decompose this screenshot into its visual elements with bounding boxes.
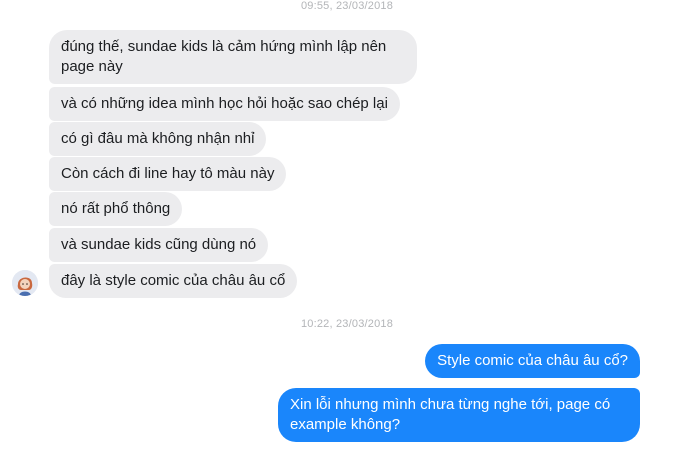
avatar-illustration [12, 270, 38, 296]
sender-avatar-icon[interactable] [12, 270, 38, 296]
message-timestamp: 10:22, 23/03/2018 [300, 318, 394, 330]
incoming-message-bubble[interactable]: và sundae kids cũng dùng nó [49, 228, 269, 262]
outgoing-message-bubble[interactable]: Xin lỗi nhưng mình chưa từng nghe tới, p… [278, 388, 640, 442]
incoming-message-bubble[interactable]: và có những idea mình học hỏi hoặc sao c… [49, 87, 400, 121]
incoming-message-bubble[interactable]: đúng thế, sundae kids là cảm hứng mình l… [49, 30, 417, 84]
incoming-message-bubble[interactable]: đây là style comic của châu âu cổ [49, 264, 298, 298]
incoming-message-bubble[interactable]: có gì đâu mà không nhận nhỉ [49, 122, 267, 156]
incoming-message-bubble[interactable]: nó rất phổ thông [49, 192, 183, 226]
message-timestamp: 09:55, 23/03/2018 [300, 0, 394, 12]
outgoing-message-bubble[interactable]: Style comic của châu âu cổ? [425, 344, 640, 378]
incoming-message-bubble[interactable]: Còn cách đi line hay tô màu này [49, 157, 287, 191]
